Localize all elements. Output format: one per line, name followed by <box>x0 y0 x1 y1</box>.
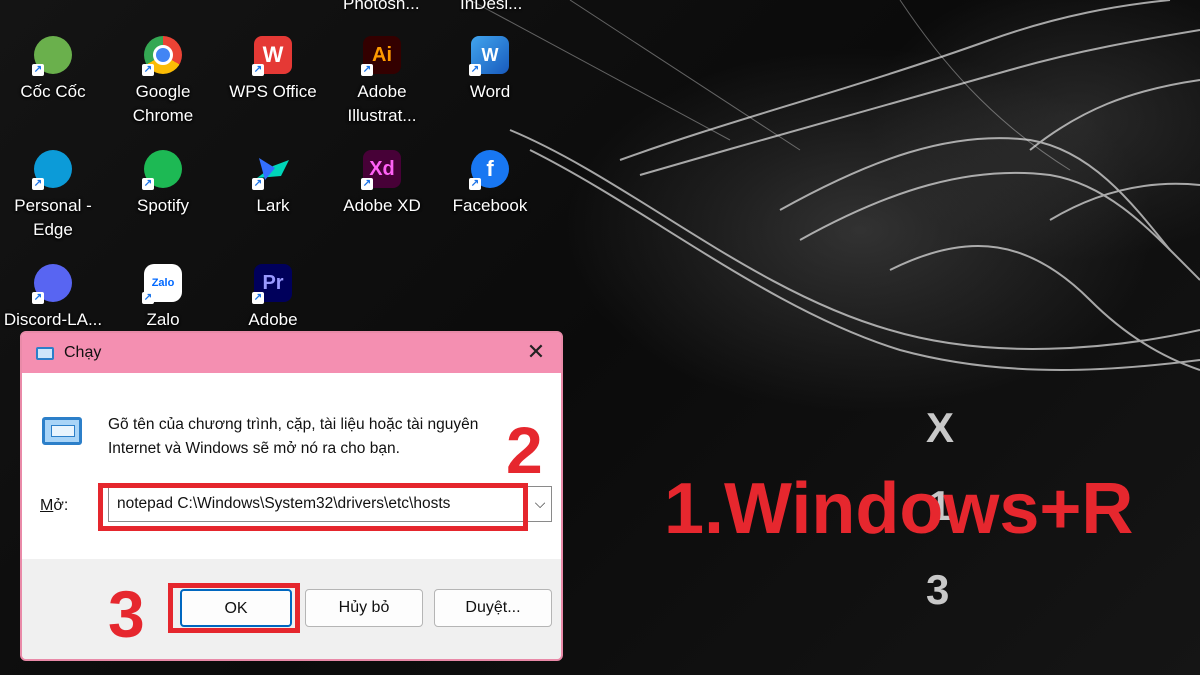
shortcut-arrow-icon: ↗ <box>142 292 154 304</box>
shortcut-arrow-icon: ↗ <box>142 178 154 190</box>
desktop-icon-label: Zalo <box>146 310 180 329</box>
annotation-step1: 1.Windows+R <box>664 469 1134 549</box>
close-icon[interactable]: ✕ <box>525 342 547 364</box>
word-icon: W ↗ <box>469 36 509 76</box>
desktop-icon[interactable]: ↗ Personal - Edge <box>3 150 103 254</box>
run-dialog: Chạy ✕ Gõ tên của chương trình, cặp, tài… <box>20 331 563 661</box>
annotation-step3: 3 <box>108 577 145 651</box>
browse-button[interactable]: Duyệt... <box>434 589 552 627</box>
coccoc-icon: ↗ <box>32 36 72 76</box>
shortcut-arrow-icon: ↗ <box>32 64 44 76</box>
shortcut-arrow-icon: ↗ <box>469 178 481 190</box>
desktop-icon-label: Discord-LA... <box>3 310 103 329</box>
desktop-icon[interactable]: f ↗ Facebook <box>440 150 540 254</box>
desktop-icon[interactable]: Ai ↗ Adobe Illustrat... <box>332 36 432 140</box>
desktop-icon-label: WPS Office <box>229 82 317 101</box>
run-dialog-titlebar[interactable]: Chạy ✕ <box>22 333 561 373</box>
desktop-icon[interactable]: ↗ Lark <box>223 150 323 254</box>
chrome-icon: ↗ <box>142 36 182 76</box>
shortcut-arrow-icon: ↗ <box>361 178 373 190</box>
desktop-label-indesign[interactable]: InDesi... <box>460 0 522 14</box>
desktop-icon-label: Google Chrome <box>132 82 194 125</box>
wps-office-icon: W ↗ <box>252 36 292 76</box>
run-description: Gõ tên của chương trình, cặp, tài liệu h… <box>108 416 479 457</box>
run-dialog-title: Chạy <box>64 344 102 361</box>
run-app-icon <box>36 346 54 360</box>
shortcut-arrow-icon: ↗ <box>32 178 44 190</box>
desktop-icon-label: Word <box>469 82 511 101</box>
desktop-icon-label: Cốc Cốc <box>20 82 86 101</box>
wallpaper-logo-x: X <box>926 404 955 451</box>
facebook-icon: f ↗ <box>469 150 509 190</box>
run-dialog-body: Gõ tên của chương trình, cặp, tài liệu h… <box>22 373 561 559</box>
shortcut-arrow-icon: ↗ <box>32 292 44 304</box>
shortcut-arrow-icon: ↗ <box>252 292 264 304</box>
adobe-xd-icon: Xd ↗ <box>361 150 401 190</box>
highlight-ok-box <box>168 583 300 633</box>
desktop-icon[interactable]: ↗ Spotify <box>113 150 213 254</box>
desktop-icon-label: Lark <box>256 196 290 215</box>
shortcut-arrow-icon: ↗ <box>252 178 264 190</box>
cancel-button[interactable]: Hủy bỏ <box>305 589 423 627</box>
shortcut-arrow-icon: ↗ <box>252 64 264 76</box>
wallpaper-rog-art <box>470 0 1200 371</box>
discord-icon: ↗ <box>32 264 72 304</box>
run-window-icon <box>42 417 82 445</box>
chevron-down-icon[interactable]: ⌵ <box>526 487 553 521</box>
desktop-icon-label: Adobe XD <box>343 196 421 215</box>
desktop-icon-label: Personal - Edge <box>14 196 92 239</box>
desktop-icon-label: Adobe Illustrat... <box>347 82 417 125</box>
edge-icon: ↗ <box>32 150 72 190</box>
spotify-icon: ↗ <box>142 150 182 190</box>
desktop-icon-label: Adobe <box>248 310 298 329</box>
shortcut-arrow-icon: ↗ <box>469 64 481 76</box>
desktop-icon-label: Spotify <box>137 196 189 215</box>
annotation-step2: 2 <box>506 413 543 487</box>
shortcut-arrow-icon: ↗ <box>361 64 373 76</box>
lark-icon: ↗ <box>252 150 292 190</box>
desktop-icon[interactable]: ↗ Google Chrome <box>113 36 213 140</box>
highlight-command-box <box>98 483 528 531</box>
wallpaper-logo-3: 3 <box>926 566 950 613</box>
desktop-icon[interactable]: ↗ Cốc Cốc <box>3 36 103 140</box>
illustrator-icon: Ai ↗ <box>361 36 401 76</box>
desktop-icon[interactable]: Xd ↗ Adobe XD <box>332 150 432 254</box>
run-dialog-footer: OK Hủy bỏ Duyệt... <box>22 559 561 659</box>
desktop-label-photoshop[interactable]: Photosh... <box>343 0 420 14</box>
desktop-icon[interactable]: W ↗ WPS Office <box>223 36 323 140</box>
shortcut-arrow-icon: ↗ <box>142 64 154 76</box>
desktop-icon-label: Facebook <box>452 196 528 215</box>
zalo-icon: Zalo ↗ <box>142 264 182 304</box>
desktop-icon[interactable]: W ↗ Word <box>440 36 540 140</box>
open-field-label: Mở: <box>40 497 69 514</box>
premiere-icon: Pr ↗ <box>252 264 292 304</box>
